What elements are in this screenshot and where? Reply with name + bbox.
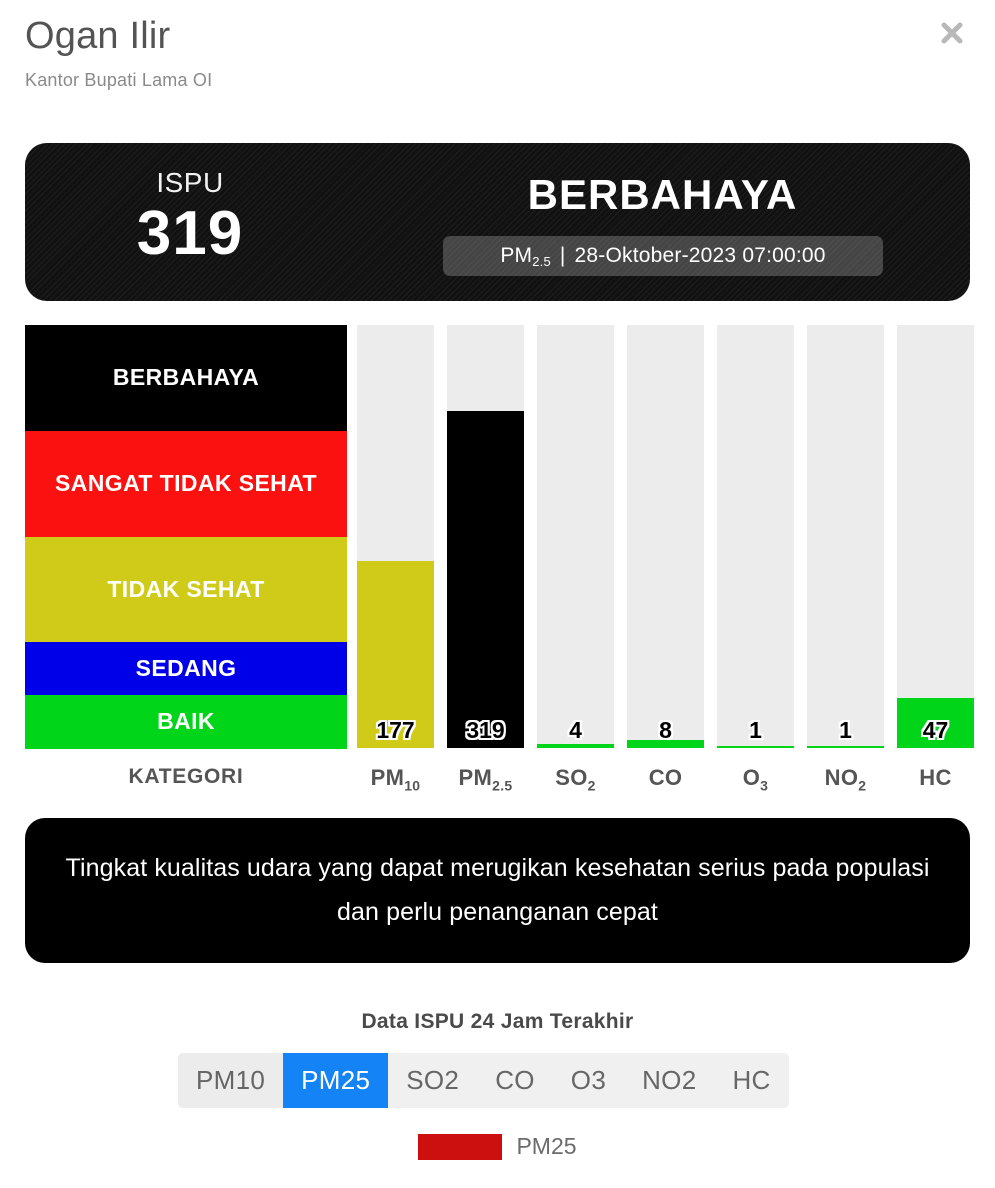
- category-band-label: BAIK: [157, 708, 215, 735]
- category-band-sedang: SEDANG: [25, 642, 347, 696]
- category-axis-label: KATEGORI: [128, 765, 244, 788]
- tab-co[interactable]: CO: [477, 1053, 553, 1108]
- ispu-timestamp-pill: PM2.5 | 28-Oktober-2023 07:00:00: [443, 236, 883, 276]
- ispu-label: ISPU: [156, 167, 224, 198]
- category-band-label: BERBAHAYA: [112, 364, 260, 391]
- tab-pm25[interactable]: PM25: [283, 1053, 389, 1108]
- bar-column-co[interactable]: 8 CO: [627, 325, 704, 790]
- air-quality-panel: Ogan Ilir Kantor Bupati Lama OI ISPU 319…: [0, 0, 995, 1188]
- bar-track: [537, 325, 614, 748]
- bar-fill: [447, 410, 524, 748]
- bar-track: [897, 325, 974, 748]
- status-description-card: Tingkat kualitas udara yang dapat merugi…: [25, 818, 970, 963]
- pill-separator: |: [559, 244, 566, 267]
- parameter-tab-bar[interactable]: PM10 PM25 SO2 CO O3 NO2 HC: [178, 1053, 789, 1108]
- bar-column-o3[interactable]: 1 O3: [717, 325, 794, 793]
- bar-column-so2[interactable]: 4 SO2: [537, 325, 614, 793]
- bar-fill: [717, 746, 794, 748]
- category-band-sangat-tidak-sehat: SANGAT TIDAK SEHAT: [25, 430, 347, 537]
- bar-value-label: 1: [839, 717, 852, 743]
- history-section-title: Data ISPU 24 Jam Terakhir: [361, 1010, 634, 1033]
- bar-track: [807, 325, 884, 748]
- bar-value-label: 177: [376, 717, 415, 743]
- bar-axis-label: PM10: [370, 765, 421, 794]
- ispu-parameter-chart: BERBAHAYA SANGAT TIDAK SEHAT TIDAK SEHAT SE…: [25, 325, 974, 800]
- category-band-baik: BAIK: [25, 695, 347, 750]
- page-title: Ogan Ilir: [25, 15, 171, 57]
- tab-no2[interactable]: NO2: [624, 1053, 714, 1108]
- pill-parameter: PM2.5: [500, 244, 551, 269]
- bar-value-label: 8: [659, 717, 672, 743]
- bar-column-pm10[interactable]: 177 PM10: [357, 325, 434, 793]
- bar-column-pm25[interactable]: 319 PM2.5: [447, 325, 524, 793]
- bar-axis-label: NO2: [824, 765, 867, 794]
- bar-value-label: 1: [749, 717, 762, 743]
- tab-so2[interactable]: SO2: [388, 1053, 477, 1108]
- bar-value-label: 319: [466, 717, 505, 743]
- category-band-berbahaya: BERBAHAYA: [25, 325, 347, 431]
- page-subtitle: Kantor Bupati Lama OI: [25, 70, 213, 90]
- bar-column-hc[interactable]: 47 HC: [897, 325, 974, 790]
- pill-parameter-subscript: 2.5: [532, 254, 551, 269]
- ispu-value: 319: [136, 199, 244, 268]
- history-chart-axis: 400: [0, 1155, 995, 1188]
- bar-value-label: 4: [569, 717, 582, 743]
- close-icon: [939, 20, 965, 46]
- panel-header: Ogan Ilir Kantor Bupati Lama OI: [0, 0, 995, 120]
- tab-hc[interactable]: HC: [714, 1053, 788, 1108]
- bar-track: [627, 325, 704, 748]
- category-band-label: SANGAT TIDAK SEHAT: [55, 469, 317, 496]
- ispu-summary-card: ISPU 319 BERBAHAYA PM2.5 | 28-Oktober-20…: [25, 143, 970, 301]
- bar-axis-label: CO: [648, 765, 683, 790]
- close-button[interactable]: [935, 16, 969, 50]
- bar-fill: [807, 746, 884, 748]
- bar-column-no2[interactable]: 1 NO2: [807, 325, 884, 793]
- tab-pm10[interactable]: PM10: [178, 1053, 284, 1108]
- bar-axis-label: SO2: [555, 765, 596, 794]
- category-band-tidak-sehat: TIDAK SEHAT: [25, 536, 347, 643]
- bar-axis-label: PM2.5: [458, 765, 513, 794]
- tab-o3[interactable]: O3: [553, 1053, 624, 1108]
- bar-axis-label: HC: [919, 765, 952, 790]
- bar-axis-label: O3: [742, 765, 769, 794]
- status-description-text: Tingkat kualitas udara yang dapat merugi…: [65, 853, 930, 926]
- bar-track: [717, 325, 794, 748]
- bar-fill: [537, 743, 614, 748]
- bar-value-label: 47: [922, 717, 949, 743]
- ispu-status-text: BERBAHAYA: [527, 171, 798, 218]
- pill-datetime: 28-Oktober-2023 07:00:00: [574, 244, 826, 267]
- category-band-label: TIDAK SEHAT: [107, 575, 265, 602]
- category-band-label: SEDANG: [135, 654, 237, 681]
- category-legend-column: BERBAHAYA SANGAT TIDAK SEHAT TIDAK SEHAT SE…: [25, 325, 347, 750]
